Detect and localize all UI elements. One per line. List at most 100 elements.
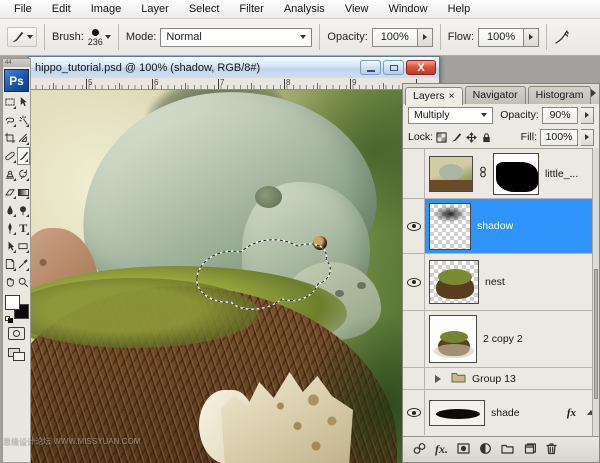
menu-edit[interactable]: Edit bbox=[42, 1, 81, 18]
brush-preset-preview[interactable]: 236 bbox=[88, 28, 103, 47]
move-tool[interactable] bbox=[17, 93, 31, 111]
document-titlebar[interactable]: hippo_tutorial.psd @ 100% (shadow, RGB/8… bbox=[29, 57, 439, 78]
tool-preset-picker[interactable] bbox=[7, 27, 37, 47]
brush-picker-arrow[interactable] bbox=[105, 35, 111, 39]
dodge-tool[interactable] bbox=[17, 201, 31, 219]
flow-input[interactable]: 100% bbox=[478, 28, 524, 47]
tab-histogram[interactable]: Histogram bbox=[528, 86, 592, 104]
layers-scrollbar[interactable] bbox=[592, 148, 599, 436]
add-layer-mask-button[interactable] bbox=[457, 442, 470, 458]
menu-help[interactable]: Help bbox=[438, 1, 481, 18]
history-brush-tool[interactable] bbox=[17, 165, 31, 183]
layer-row-little[interactable]: little_... bbox=[403, 149, 599, 199]
layer-thumbnail[interactable] bbox=[429, 156, 473, 192]
scrollbar-thumb[interactable] bbox=[594, 269, 598, 399]
foreground-color-swatch[interactable] bbox=[5, 295, 20, 310]
menu-image[interactable]: Image bbox=[81, 1, 132, 18]
blur-tool[interactable] bbox=[3, 201, 17, 219]
eraser-tool[interactable] bbox=[3, 183, 17, 201]
layer-effects-badge[interactable]: fx bbox=[567, 407, 576, 419]
opacity-slider-button[interactable] bbox=[418, 28, 433, 47]
menu-layer[interactable]: Layer bbox=[131, 1, 179, 18]
visibility-toggle[interactable] bbox=[403, 149, 425, 198]
notes-tool[interactable] bbox=[3, 255, 17, 273]
layer-name[interactable]: shade bbox=[491, 407, 520, 419]
tab-layers[interactable]: Layers × bbox=[405, 87, 463, 105]
close-button[interactable]: X bbox=[406, 60, 436, 75]
hand-tool[interactable] bbox=[3, 273, 17, 291]
tools-palette-titlebar[interactable]: 44 bbox=[3, 59, 30, 67]
new-group-button[interactable] bbox=[501, 442, 514, 458]
mask-link-icon[interactable] bbox=[479, 166, 487, 181]
clone-stamp-tool[interactable] bbox=[3, 165, 17, 183]
new-layer-button[interactable] bbox=[523, 442, 536, 458]
layer-thumbnail[interactable] bbox=[429, 400, 485, 426]
maximize-button[interactable] bbox=[383, 60, 404, 75]
layer-mask-thumbnail[interactable] bbox=[493, 153, 539, 195]
layer-name[interactable]: Group 13 bbox=[472, 373, 516, 385]
quick-mask-button[interactable] bbox=[8, 327, 25, 340]
zoom-tool[interactable] bbox=[17, 273, 31, 291]
eyedropper-tool[interactable] bbox=[17, 255, 31, 273]
menu-window[interactable]: Window bbox=[378, 1, 437, 18]
menu-file[interactable]: File bbox=[4, 1, 42, 18]
new-adjustment-layer-button[interactable] bbox=[479, 442, 492, 458]
visibility-toggle[interactable] bbox=[403, 199, 425, 253]
add-layer-style-button[interactable]: fx. bbox=[435, 442, 448, 457]
visibility-toggle[interactable] bbox=[403, 254, 425, 310]
layer-opacity-slider-button[interactable] bbox=[581, 107, 594, 124]
tab-navigator[interactable]: Navigator bbox=[465, 86, 526, 104]
type-tool[interactable]: T bbox=[17, 219, 31, 237]
visibility-toggle[interactable] bbox=[403, 390, 425, 435]
lock-transparency-icon[interactable] bbox=[436, 132, 447, 143]
layer-opacity-input[interactable]: 90% bbox=[542, 107, 579, 124]
screen-mode-button[interactable] bbox=[8, 348, 25, 361]
lock-paint-icon[interactable] bbox=[451, 132, 462, 143]
menu-analysis[interactable]: Analysis bbox=[274, 1, 335, 18]
layer-row-2copy2[interactable]: 2 copy 2 bbox=[403, 311, 599, 368]
menu-view[interactable]: View bbox=[335, 1, 379, 18]
visibility-toggle[interactable] bbox=[403, 368, 425, 389]
healing-brush-tool[interactable] bbox=[3, 147, 17, 165]
gradient-tool[interactable] bbox=[17, 183, 31, 201]
layer-row-shadow[interactable]: shadow bbox=[403, 199, 599, 254]
layer-name[interactable]: shadow bbox=[477, 220, 513, 232]
layer-row-shade[interactable]: shade fx bbox=[403, 390, 599, 435]
layer-row-group13[interactable]: Group 13 bbox=[403, 368, 599, 390]
image-canvas[interactable] bbox=[29, 90, 439, 463]
link-layers-button[interactable] bbox=[413, 442, 426, 458]
layer-name[interactable]: nest bbox=[485, 276, 505, 288]
group-expand-icon[interactable] bbox=[435, 375, 441, 383]
visibility-toggle[interactable] bbox=[403, 311, 425, 367]
layer-thumbnail[interactable] bbox=[429, 315, 477, 363]
layer-thumbnail[interactable] bbox=[429, 203, 471, 250]
path-selection-tool[interactable] bbox=[3, 237, 17, 255]
brush-tool[interactable] bbox=[17, 147, 31, 165]
opacity-input[interactable]: 100% bbox=[372, 28, 418, 47]
layer-name[interactable]: little_... bbox=[545, 168, 578, 180]
flow-slider-button[interactable] bbox=[524, 28, 539, 47]
magic-wand-tool[interactable] bbox=[17, 111, 31, 129]
crop-tool[interactable] bbox=[3, 129, 17, 147]
tab-close-icon[interactable]: × bbox=[449, 90, 455, 102]
panel-menu-icon[interactable] bbox=[591, 89, 596, 97]
lasso-tool[interactable] bbox=[3, 111, 17, 129]
layer-thumbnail[interactable] bbox=[429, 260, 479, 304]
minimize-button[interactable] bbox=[360, 60, 381, 75]
menu-select[interactable]: Select bbox=[179, 1, 230, 18]
pen-tool[interactable] bbox=[3, 219, 17, 237]
menu-filter[interactable]: Filter bbox=[229, 1, 273, 18]
layer-blend-mode-select[interactable]: Multiply bbox=[408, 107, 493, 124]
layer-fill-slider-button[interactable] bbox=[581, 129, 594, 146]
layer-name[interactable]: 2 copy 2 bbox=[483, 333, 523, 345]
lock-all-icon[interactable] bbox=[481, 132, 492, 143]
layer-fill-input[interactable]: 100% bbox=[540, 129, 578, 146]
airbrush-icon[interactable] bbox=[554, 29, 570, 45]
lock-position-icon[interactable] bbox=[466, 132, 477, 143]
blend-mode-select[interactable]: Normal bbox=[160, 28, 312, 47]
rectangular-marquee-tool[interactable] bbox=[3, 93, 17, 111]
shape-tool[interactable] bbox=[17, 237, 31, 255]
slice-tool[interactable] bbox=[17, 129, 31, 147]
delete-layer-button[interactable] bbox=[545, 442, 558, 458]
layer-row-nest[interactable]: nest bbox=[403, 254, 599, 311]
